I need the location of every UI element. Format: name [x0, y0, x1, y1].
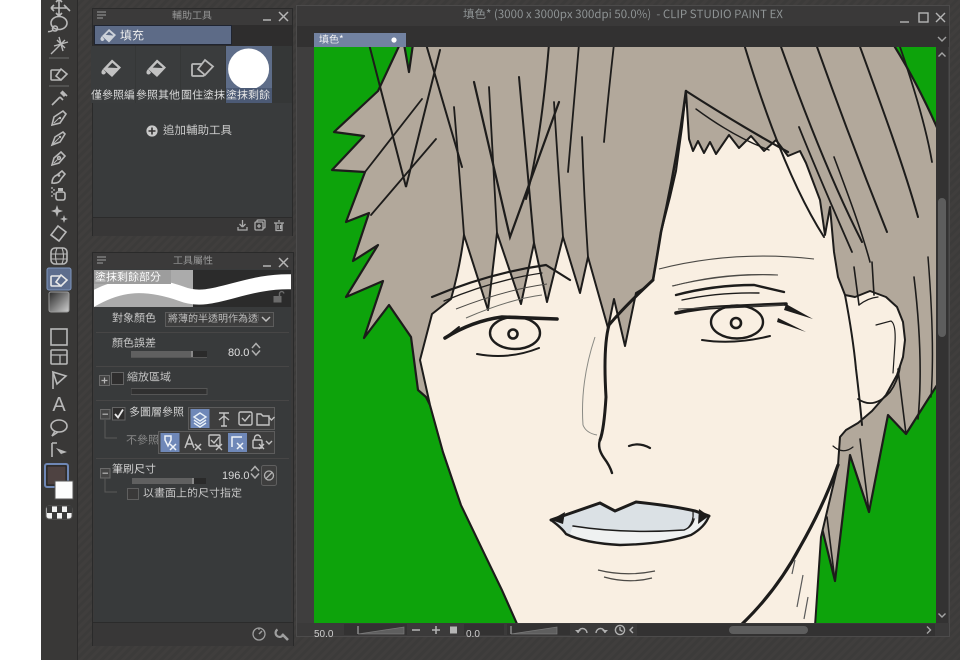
svg-text:A: A — [52, 394, 66, 416]
